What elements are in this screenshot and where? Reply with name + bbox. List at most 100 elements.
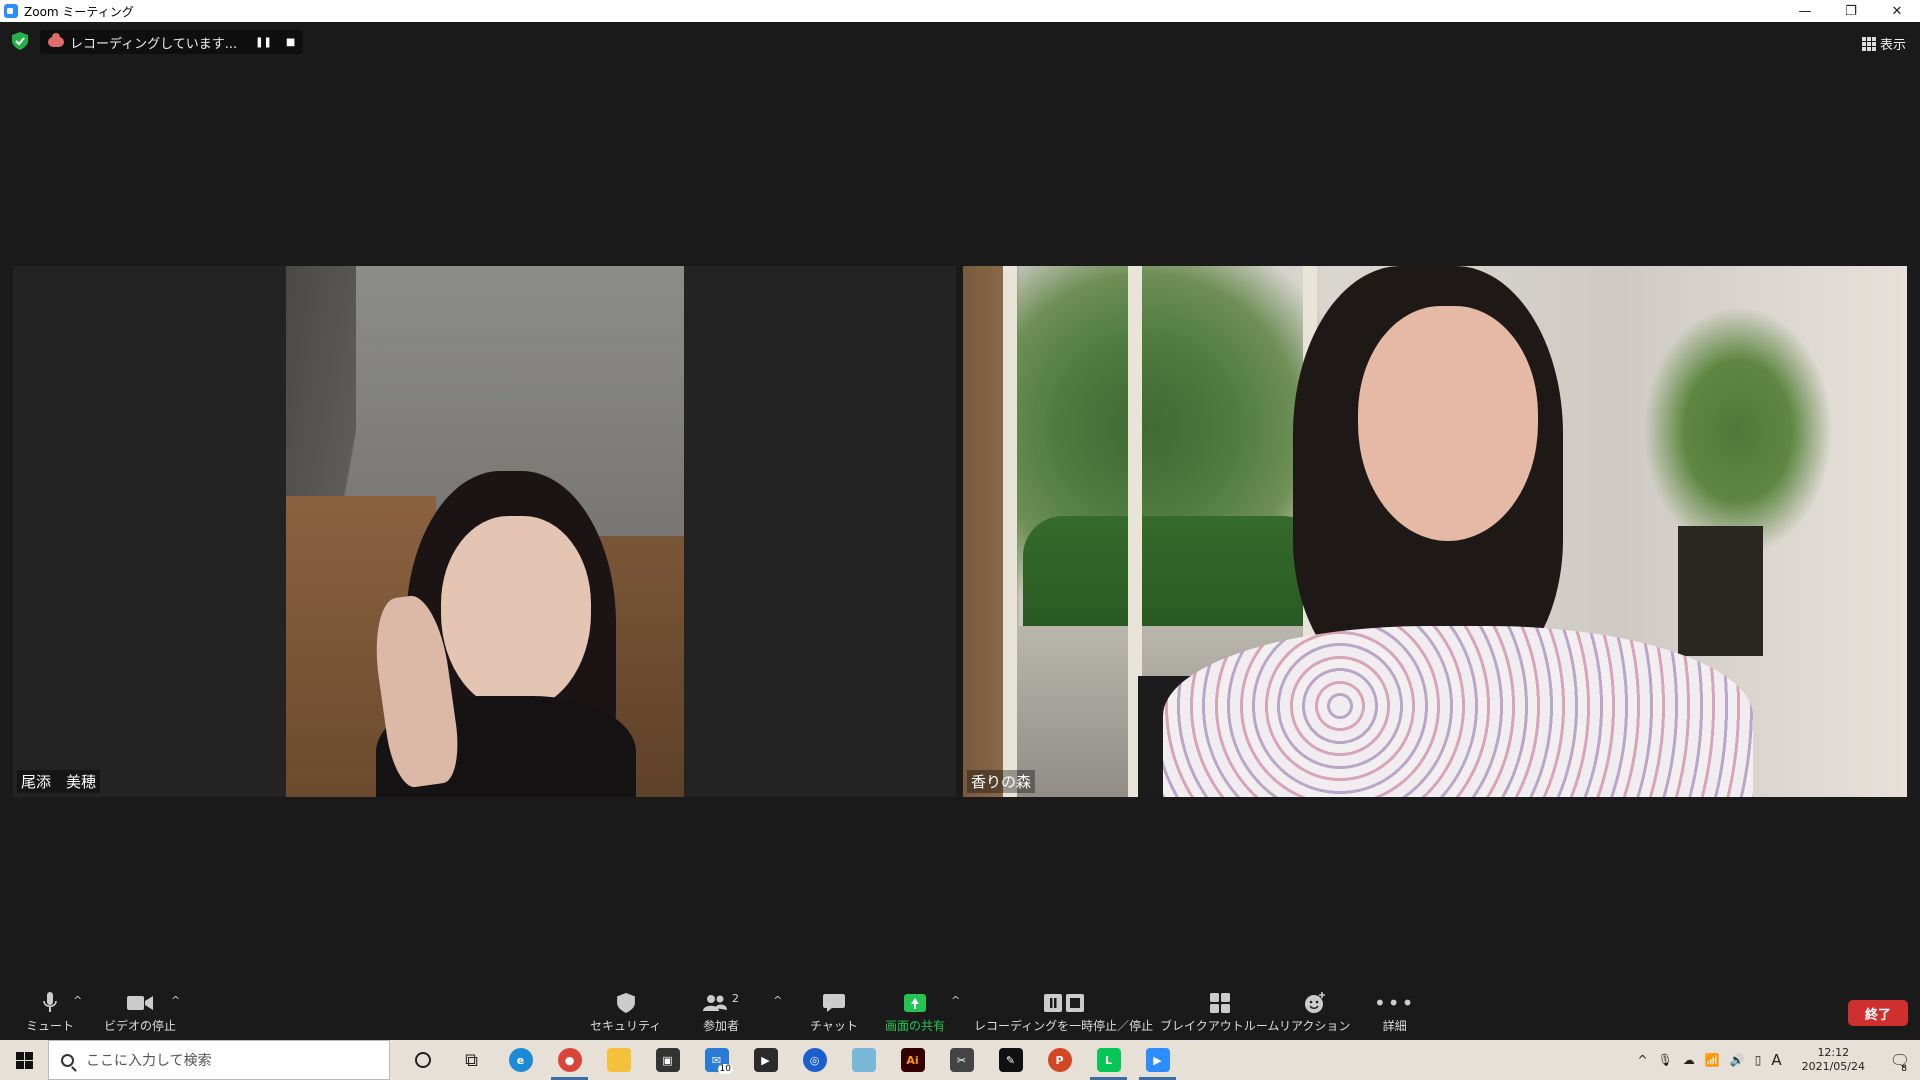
pause-recording-icon[interactable]: ❚❚ [255,37,272,48]
recording-control-button[interactable]: レコーディングを一時停止／停止 [974,992,1153,1034]
mail-badge: 10 [717,1064,733,1074]
participants-caret-icon[interactable]: ^ [773,994,782,1007]
windows-logo-icon [15,1051,33,1069]
window-controls: — ❐ ✕ [1782,0,1920,22]
taskbar-app-pen[interactable]: ✎ [986,1040,1035,1080]
taskbar-line[interactable]: L [1084,1040,1133,1080]
more-button[interactable]: ••• 詳細 [1374,991,1416,1034]
taskbar-file-explorer[interactable] [594,1040,643,1080]
cortana-button[interactable] [398,1040,447,1080]
pause-stop-recording-icon [1042,992,1086,1014]
share-options-caret-icon[interactable]: ^ [951,994,960,1007]
onedrive-cloud-icon[interactable]: ☁ [1683,1053,1695,1067]
taskbar-apps: ⧉ e ● ▣ ✉ 10 ▶ ◎ Ai ✂ ✎ P L ▶ [398,1040,1182,1080]
taskbar-edge[interactable]: e [496,1040,545,1080]
tray-expand-icon[interactable]: ^ [1638,1053,1648,1067]
blue-circle-app-icon: ◎ [802,1048,827,1072]
stop-video-button[interactable]: ビデオの停止 [104,992,176,1034]
breakout-rooms-label: ブレイクアウトルーム [1160,1019,1280,1033]
notification-icon: 🗨 [1889,1050,1911,1070]
audio-options-caret-icon[interactable]: ^ [73,994,82,1007]
edge-browser-icon: e [508,1048,533,1072]
taskbar-media[interactable]: ▶ [741,1040,790,1080]
chrome-browser-icon: ● [557,1048,582,1072]
system-tray: ^ 🎙 ☁ 📶 🔊 ▯ A 12:12 2021/05/24 🗨 8 [1633,1040,1920,1080]
windows-taskbar: ここに入力して検索 ⧉ e ● ▣ ✉ 10 ▶ ◎ Ai ✂ ✎ P L ▶ ^… [0,1040,1920,1080]
taskbar-chrome[interactable]: ● [545,1040,594,1080]
restore-button[interactable]: ❐ [1828,0,1874,22]
ime-mode-label[interactable]: A [1771,1051,1781,1069]
wifi-icon[interactable]: 📶 [1705,1053,1720,1067]
taskbar-zoom[interactable]: ▶ [1133,1040,1182,1080]
security-label: セキュリティ [590,1019,662,1033]
taskbar-mail[interactable]: ✉ 10 [692,1040,741,1080]
battery-icon[interactable]: ▯ [1755,1053,1762,1067]
meeting-top-bar: レコーディングしています... ❚❚ ■ 表示 [0,22,1920,62]
video-tile-participant-1[interactable]: 尾添 美穂 [13,266,956,797]
share-screen-label: 画面の共有 [885,1019,946,1033]
end-meeting-button[interactable]: 終了 [1848,1000,1908,1026]
minimize-button[interactable]: — [1782,0,1828,22]
clock[interactable]: 12:12 2021/05/24 [1797,1046,1870,1074]
taskbar-illustrator[interactable]: Ai [888,1040,937,1080]
security-shield-icon[interactable] [12,32,28,50]
folder-icon [606,1048,631,1072]
volume-icon[interactable]: 🔊 [1730,1053,1745,1067]
mute-button[interactable]: ミュート [26,992,74,1034]
security-button[interactable]: セキュリティ [590,992,661,1034]
participants-icon: 2 [703,992,739,1014]
participant-name-label: 香りの森 [967,770,1036,793]
view-button-label: 表示 [1879,38,1906,53]
participants-label: 参加者 [703,1019,740,1033]
close-window-button[interactable]: ✕ [1874,0,1920,22]
taskbar-search-input[interactable]: ここに入力して検索 [48,1040,390,1080]
media-player-icon: ▶ [753,1048,778,1072]
chat-button[interactable]: チャット [810,992,858,1034]
zoom-app-icon: ▶ [1145,1048,1170,1072]
clock-date: 2021/05/24 [1801,1060,1865,1073]
taskbar-snipping[interactable]: ✂ [937,1040,986,1080]
breakout-rooms-button[interactable]: ブレイクアウトルーム [1160,992,1279,1034]
video-options-caret-icon[interactable]: ^ [171,994,180,1007]
more-dots-icon: ••• [1374,991,1416,1015]
stop-video-label: ビデオの停止 [104,1019,177,1033]
recording-control-label: レコーディングを一時停止／停止 [974,1019,1154,1033]
search-icon [61,1053,74,1067]
taskbar-store[interactable]: ▣ [643,1040,692,1080]
smiley-add-icon [1304,992,1326,1014]
microphone-tray-icon[interactable]: 🎙 [1658,1053,1673,1067]
breakout-rooms-icon [1209,992,1230,1014]
stop-recording-icon[interactable]: ■ [286,37,295,48]
clock-time: 12:12 [1817,1046,1850,1059]
start-button[interactable] [0,1040,48,1080]
video-feed-1 [286,266,684,797]
share-screen-button[interactable]: 画面の共有 [885,992,945,1034]
task-view-button[interactable]: ⧉ [447,1040,496,1080]
search-placeholder: ここに入力して検索 [86,1053,212,1069]
snipping-tool-icon: ✂ [949,1048,974,1072]
pen-app-icon: ✎ [998,1048,1023,1072]
mute-label: ミュート [26,1019,75,1033]
notification-center-button[interactable]: 🗨 8 [1880,1040,1920,1080]
chat-bubble-icon [822,992,845,1014]
reactions-button[interactable]: リアクション [1279,992,1350,1034]
recording-indicator: レコーディングしています... ❚❚ ■ [40,30,304,54]
task-view-icon: ⧉ [465,1049,478,1071]
participants-button[interactable]: 2 参加者 [703,992,739,1034]
taskbar-app-blue[interactable]: ◎ [790,1040,839,1080]
window-title: Zoom ミーティング [24,4,134,19]
participant-name-label: 尾添 美穂 [17,770,101,793]
line-app-icon: L [1096,1048,1121,1072]
video-tile-participant-2[interactable]: 香りの森 [963,266,1907,797]
video-camera-icon [127,992,153,1014]
share-screen-icon [904,994,926,1012]
participants-count: 2 [732,992,739,1005]
taskbar-powerpoint[interactable]: P [1035,1040,1084,1080]
reactions-label: リアクション [1279,1019,1351,1033]
illustrator-icon: Ai [900,1048,925,1072]
gallery-grid-icon [1861,36,1876,51]
meeting-toolbar: ミュート ^ ビデオの停止 ^ セキュリティ 2 参加者 ^ チャット 画面の共… [0,980,1920,1040]
taskbar-app-notes[interactable] [839,1040,888,1080]
view-button[interactable]: 表示 [1861,34,1906,53]
zoom-app-icon [4,4,18,18]
